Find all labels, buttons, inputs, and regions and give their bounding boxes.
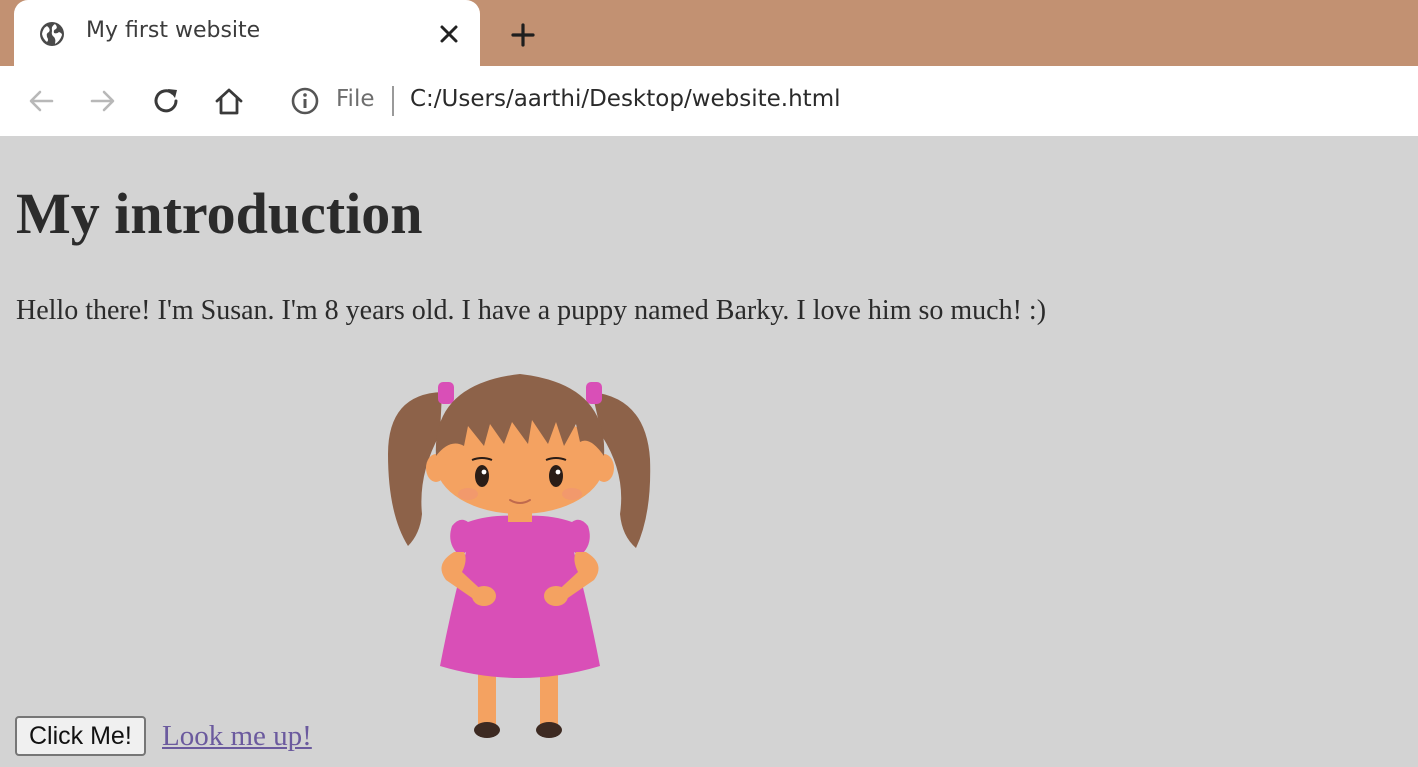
reload-icon[interactable] (150, 84, 184, 118)
page-title: My introduction (16, 181, 423, 246)
intro-paragraph: Hello there! I'm Susan. I'm 8 years old.… (16, 295, 1047, 326)
browser-chrome: My first website File C:/Users/aarthi/De… (0, 0, 1418, 136)
info-icon[interactable] (290, 86, 320, 116)
tab-strip: My first website (0, 0, 1418, 66)
girl-illustration (388, 374, 651, 738)
tab-title: My first website (86, 18, 261, 43)
address-bar[interactable]: File C:/Users/aarthi/Desktop/website.htm… (272, 74, 1418, 128)
look-me-up-link[interactable]: Look me up! (162, 719, 312, 753)
close-icon[interactable] (434, 19, 464, 49)
url-text[interactable]: C:/Users/aarthi/Desktop/website.html (410, 86, 841, 112)
browser-toolbar: File C:/Users/aarthi/Desktop/website.htm… (0, 66, 1418, 136)
page-content: My introduction Hello there! I'm Susan. … (0, 136, 1418, 767)
home-icon[interactable] (212, 84, 246, 118)
omnibox-divider (392, 86, 394, 116)
tab-my-first-website[interactable]: My first website (14, 0, 480, 66)
new-tab-icon[interactable] (506, 18, 540, 52)
click-me-button[interactable]: Click Me! (15, 716, 146, 756)
forward-arrow-icon[interactable] (86, 84, 120, 118)
back-arrow-icon[interactable] (24, 84, 58, 118)
scheme-label: File (336, 86, 375, 112)
globe-icon (40, 22, 64, 46)
